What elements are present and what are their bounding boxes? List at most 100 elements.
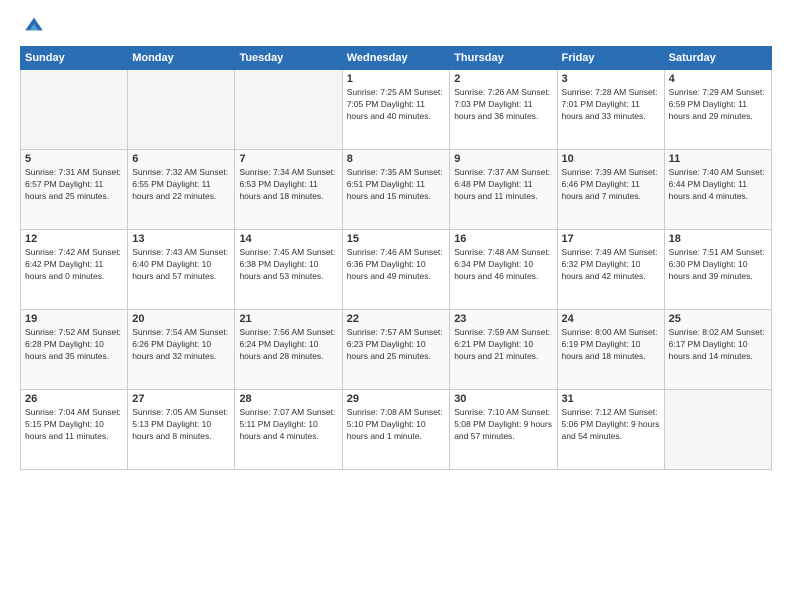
day-info: Sunrise: 7:28 AM Sunset: 7:01 PM Dayligh… xyxy=(562,87,660,123)
day-number: 9 xyxy=(454,153,552,165)
day-number: 29 xyxy=(347,393,445,405)
day-info: Sunrise: 7:31 AM Sunset: 6:57 PM Dayligh… xyxy=(25,167,123,203)
day-number: 23 xyxy=(454,313,552,325)
day-info: Sunrise: 7:48 AM Sunset: 6:34 PM Dayligh… xyxy=(454,247,552,283)
day-info: Sunrise: 7:54 AM Sunset: 6:26 PM Dayligh… xyxy=(132,327,230,363)
day-number: 15 xyxy=(347,233,445,245)
calendar-day: 6 Sunrise: 7:32 AM Sunset: 6:55 PM Daylig… xyxy=(128,150,235,230)
day-number: 28 xyxy=(239,393,337,405)
day-number: 14 xyxy=(239,233,337,245)
day-number: 30 xyxy=(454,393,552,405)
logo-icon xyxy=(22,12,46,36)
page: SundayMondayTuesdayWednesdayThursdayFrid… xyxy=(0,0,792,612)
calendar-day xyxy=(664,390,771,470)
day-number: 31 xyxy=(562,393,660,405)
calendar: SundayMondayTuesdayWednesdayThursdayFrid… xyxy=(20,46,772,470)
day-info: Sunrise: 7:49 AM Sunset: 6:32 PM Dayligh… xyxy=(562,247,660,283)
day-info: Sunrise: 7:42 AM Sunset: 6:42 PM Dayligh… xyxy=(25,247,123,283)
day-number: 16 xyxy=(454,233,552,245)
day-number: 11 xyxy=(669,153,767,165)
calendar-day: 1Sunrise: 7:25 AM Sunset: 7:05 PM Daylig… xyxy=(342,70,449,150)
calendar-day: 5 Sunrise: 7:31 AM Sunset: 6:57 PM Daylig… xyxy=(21,150,128,230)
calendar-day: 18 Sunrise: 7:51 AM Sunset: 6:30 PM Dayli… xyxy=(664,230,771,310)
calendar-week: 12Sunrise: 7:42 AM Sunset: 6:42 PM Dayli… xyxy=(21,230,772,310)
calendar-day: 26 Sunrise: 7:04 AM Sunset: 5:15 PM Dayli… xyxy=(21,390,128,470)
calendar-day: 17 Sunrise: 7:49 AM Sunset: 6:32 PM Dayli… xyxy=(557,230,664,310)
day-number: 1 xyxy=(347,73,445,85)
day-info: Sunrise: 7:37 AM Sunset: 6:48 PM Dayligh… xyxy=(454,167,552,203)
calendar-day: 30 Sunrise: 7:10 AM Sunset: 5:08 PM Dayli… xyxy=(450,390,557,470)
day-info: Sunrise: 7:04 AM Sunset: 5:15 PM Dayligh… xyxy=(25,407,123,443)
calendar-day: 14 Sunrise: 7:45 AM Sunset: 6:38 PM Dayli… xyxy=(235,230,342,310)
day-number: 6 xyxy=(132,153,230,165)
day-info: Sunrise: 7:07 AM Sunset: 5:11 PM Dayligh… xyxy=(239,407,337,443)
day-info: Sunrise: 7:57 AM Sunset: 6:23 PM Dayligh… xyxy=(347,327,445,363)
day-number: 17 xyxy=(562,233,660,245)
calendar-week: 19 Sunrise: 7:52 AM Sunset: 6:28 PM Dayli… xyxy=(21,310,772,390)
calendar-day: 10Sunrise: 7:39 AM Sunset: 6:46 PM Dayli… xyxy=(557,150,664,230)
calendar-day: 13 Sunrise: 7:43 AM Sunset: 6:40 PM Dayli… xyxy=(128,230,235,310)
day-info: Sunrise: 7:10 AM Sunset: 5:08 PM Dayligh… xyxy=(454,407,552,443)
calendar-day: 25 Sunrise: 8:02 AM Sunset: 6:17 PM Dayli… xyxy=(664,310,771,390)
day-info: Sunrise: 7:26 AM Sunset: 7:03 PM Dayligh… xyxy=(454,87,552,123)
calendar-day xyxy=(21,70,128,150)
calendar-day xyxy=(128,70,235,150)
day-number: 26 xyxy=(25,393,123,405)
day-number: 27 xyxy=(132,393,230,405)
day-info: Sunrise: 7:35 AM Sunset: 6:51 PM Dayligh… xyxy=(347,167,445,203)
weekday-header: Friday xyxy=(557,47,664,70)
calendar-day: 9 Sunrise: 7:37 AM Sunset: 6:48 PM Daylig… xyxy=(450,150,557,230)
calendar-day: 7 Sunrise: 7:34 AM Sunset: 6:53 PM Daylig… xyxy=(235,150,342,230)
calendar-day: 24Sunrise: 8:00 AM Sunset: 6:19 PM Dayli… xyxy=(557,310,664,390)
day-info: Sunrise: 7:51 AM Sunset: 6:30 PM Dayligh… xyxy=(669,247,767,283)
day-info: Sunrise: 8:02 AM Sunset: 6:17 PM Dayligh… xyxy=(669,327,767,363)
day-info: Sunrise: 8:00 AM Sunset: 6:19 PM Dayligh… xyxy=(562,327,660,363)
weekday-header: Saturday xyxy=(664,47,771,70)
weekday-header-row: SundayMondayTuesdayWednesdayThursdayFrid… xyxy=(21,47,772,70)
calendar-day: 31Sunrise: 7:12 AM Sunset: 5:06 PM Dayli… xyxy=(557,390,664,470)
calendar-day: 3Sunrise: 7:28 AM Sunset: 7:01 PM Daylig… xyxy=(557,70,664,150)
day-number: 5 xyxy=(25,153,123,165)
calendar-week: 1Sunrise: 7:25 AM Sunset: 7:05 PM Daylig… xyxy=(21,70,772,150)
day-number: 10 xyxy=(562,153,660,165)
logo-text xyxy=(20,16,46,36)
calendar-day: 11Sunrise: 7:40 AM Sunset: 6:44 PM Dayli… xyxy=(664,150,771,230)
day-number: 22 xyxy=(347,313,445,325)
calendar-day: 27 Sunrise: 7:05 AM Sunset: 5:13 PM Dayli… xyxy=(128,390,235,470)
day-info: Sunrise: 7:46 AM Sunset: 6:36 PM Dayligh… xyxy=(347,247,445,283)
calendar-day: 20 Sunrise: 7:54 AM Sunset: 6:26 PM Dayli… xyxy=(128,310,235,390)
calendar-day: 16 Sunrise: 7:48 AM Sunset: 6:34 PM Dayli… xyxy=(450,230,557,310)
day-number: 21 xyxy=(239,313,337,325)
calendar-day: 23 Sunrise: 7:59 AM Sunset: 6:21 PM Dayli… xyxy=(450,310,557,390)
calendar-day: 19 Sunrise: 7:52 AM Sunset: 6:28 PM Dayli… xyxy=(21,310,128,390)
day-number: 7 xyxy=(239,153,337,165)
day-number: 19 xyxy=(25,313,123,325)
day-info: Sunrise: 7:32 AM Sunset: 6:55 PM Dayligh… xyxy=(132,167,230,203)
day-number: 25 xyxy=(669,313,767,325)
day-info: Sunrise: 7:45 AM Sunset: 6:38 PM Dayligh… xyxy=(239,247,337,283)
day-number: 20 xyxy=(132,313,230,325)
calendar-day: 2Sunrise: 7:26 AM Sunset: 7:03 PM Daylig… xyxy=(450,70,557,150)
calendar-day: 12Sunrise: 7:42 AM Sunset: 6:42 PM Dayli… xyxy=(21,230,128,310)
day-info: Sunrise: 7:52 AM Sunset: 6:28 PM Dayligh… xyxy=(25,327,123,363)
calendar-day: 15 Sunrise: 7:46 AM Sunset: 6:36 PM Dayli… xyxy=(342,230,449,310)
day-info: Sunrise: 7:34 AM Sunset: 6:53 PM Dayligh… xyxy=(239,167,337,203)
weekday-header: Thursday xyxy=(450,47,557,70)
calendar-day xyxy=(235,70,342,150)
calendar-day: 22 Sunrise: 7:57 AM Sunset: 6:23 PM Dayli… xyxy=(342,310,449,390)
day-number: 13 xyxy=(132,233,230,245)
day-info: Sunrise: 7:56 AM Sunset: 6:24 PM Dayligh… xyxy=(239,327,337,363)
calendar-day: 21 Sunrise: 7:56 AM Sunset: 6:24 PM Dayli… xyxy=(235,310,342,390)
day-info: Sunrise: 7:29 AM Sunset: 6:59 PM Dayligh… xyxy=(669,87,767,123)
calendar-week: 5 Sunrise: 7:31 AM Sunset: 6:57 PM Daylig… xyxy=(21,150,772,230)
day-info: Sunrise: 7:05 AM Sunset: 5:13 PM Dayligh… xyxy=(132,407,230,443)
weekday-header: Monday xyxy=(128,47,235,70)
day-info: Sunrise: 7:59 AM Sunset: 6:21 PM Dayligh… xyxy=(454,327,552,363)
day-info: Sunrise: 7:08 AM Sunset: 5:10 PM Dayligh… xyxy=(347,407,445,443)
header xyxy=(20,16,772,36)
calendar-day: 28 Sunrise: 7:07 AM Sunset: 5:11 PM Dayli… xyxy=(235,390,342,470)
day-info: Sunrise: 7:43 AM Sunset: 6:40 PM Dayligh… xyxy=(132,247,230,283)
weekday-header: Wednesday xyxy=(342,47,449,70)
weekday-header: Sunday xyxy=(21,47,128,70)
day-number: 18 xyxy=(669,233,767,245)
